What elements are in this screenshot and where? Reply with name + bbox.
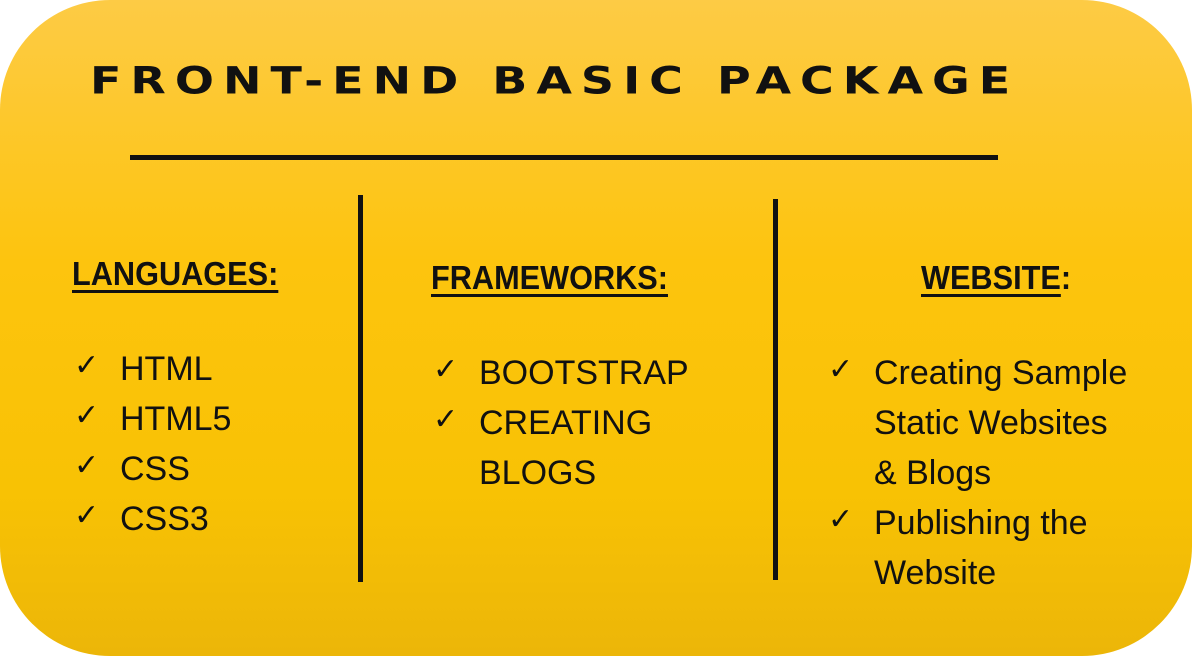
list-item: ✓ HTML5 — [74, 394, 231, 444]
website-list: ✓ Creating Sample Static Websites & Blogs ✓… — [828, 348, 1127, 598]
list-item-line: Creating Sample — [874, 354, 1128, 392]
languages-list: ✓ HTML ✓ HTML5 ✓ CSS ✓ CSS3 — [74, 344, 231, 544]
list-item-text: HTML — [120, 350, 213, 388]
languages-heading-text: LANGUAGES: — [72, 255, 279, 292]
list-item-text: Publishing the Website — [874, 498, 1088, 598]
package-card: FRONT-END BASIC PACKAGE LANGUAGES: ✓ HTML… — [0, 0, 1192, 656]
list-item: ✓ BOOTSTRAP — [433, 348, 689, 398]
list-item-line: Static Websites — [874, 404, 1108, 442]
check-mark-icon: ✓ — [433, 402, 459, 437]
list-item: ✓ HTML — [74, 344, 231, 394]
frameworks-heading-text: FRAMEWORKS: — [431, 259, 668, 296]
list-item: ✓ Publishing the Website — [828, 498, 1127, 598]
check-mark-icon: ✓ — [828, 352, 854, 387]
frameworks-list: ✓ BOOTSTRAP ✓ CREATING BLOGS — [433, 348, 689, 498]
languages-heading: LANGUAGES: — [72, 255, 278, 293]
website-heading-text: WEBSITE — [921, 259, 1061, 296]
title-underline-divider — [130, 155, 998, 160]
list-item-line: BLOGS — [479, 454, 597, 492]
list-item-text: CREATING BLOGS — [479, 398, 652, 498]
column-divider-left — [358, 195, 363, 582]
list-item: ✓ Creating Sample Static Websites & Blogs — [828, 348, 1127, 498]
check-mark-icon: ✓ — [433, 352, 459, 387]
website-heading: WEBSITE: — [921, 259, 1071, 297]
check-mark-icon: ✓ — [74, 348, 100, 383]
check-mark-icon: ✓ — [74, 498, 100, 533]
page-title: FRONT-END BASIC PACKAGE — [90, 58, 1020, 103]
list-item: ✓ CSS — [74, 444, 231, 494]
frameworks-heading: FRAMEWORKS: — [431, 259, 668, 297]
check-mark-icon: ✓ — [74, 448, 100, 483]
list-item-text: Creating Sample Static Websites & Blogs — [874, 348, 1127, 498]
list-item: ✓ CREATING BLOGS — [433, 398, 689, 498]
list-item-line: Publishing the — [874, 504, 1088, 542]
list-item-text: HTML5 — [120, 400, 232, 438]
list-item-text: CSS — [120, 450, 190, 488]
list-item-text: CSS3 — [120, 500, 209, 538]
website-heading-colon: : — [1060, 259, 1072, 296]
column-divider-right — [773, 199, 778, 580]
check-mark-icon: ✓ — [828, 502, 854, 537]
list-item-line: Website — [874, 554, 997, 592]
list-item-line: & Blogs — [874, 454, 992, 492]
list-item-text: BOOTSTRAP — [479, 354, 689, 392]
list-item-line: CREATING — [479, 404, 653, 442]
check-mark-icon: ✓ — [74, 398, 100, 433]
list-item: ✓ CSS3 — [74, 494, 231, 544]
